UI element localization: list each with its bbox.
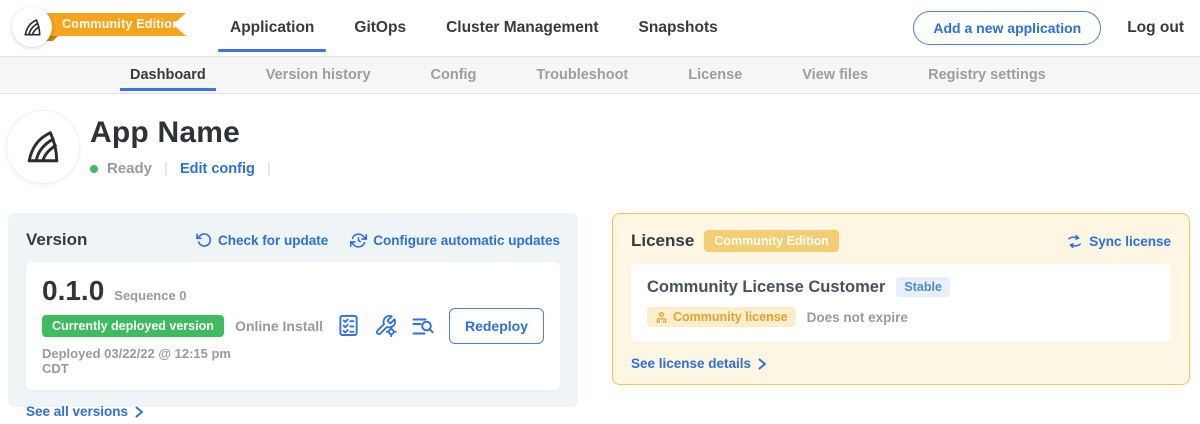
community-edition-ribbon: Community Edition bbox=[34, 13, 186, 36]
version-card-footer: See all versions bbox=[26, 403, 560, 421]
currently-deployed-badge: Currently deployed version bbox=[42, 315, 224, 337]
subnav-view-files[interactable]: View files bbox=[802, 57, 868, 93]
subnav-version-history[interactable]: Version history bbox=[266, 57, 371, 93]
tab-cluster-management[interactable]: Cluster Management bbox=[434, 0, 610, 56]
chevron-right-icon bbox=[134, 406, 145, 418]
deployed-version-info: 0.1.0 Sequence 0 Currently deployed vers… bbox=[42, 275, 235, 376]
redeploy-button[interactable]: Redeploy bbox=[449, 308, 544, 344]
rotate-ccw-icon bbox=[196, 232, 212, 248]
top-nav: Community Edition Application GitOps Clu… bbox=[0, 0, 1200, 56]
channel-badge: Stable bbox=[896, 277, 950, 297]
license-card-links: Sync license bbox=[1066, 233, 1171, 250]
refresh-clock-icon bbox=[350, 232, 367, 249]
replicated-logo-icon bbox=[21, 16, 44, 39]
admin-console-page: Community Edition Application GitOps Clu… bbox=[0, 0, 1200, 424]
version-number: 0.1.0 bbox=[42, 275, 104, 307]
version-line: 0.1.0 Sequence 0 bbox=[42, 275, 235, 307]
sync-license-label: Sync license bbox=[1089, 234, 1171, 249]
logout-link[interactable]: Log out bbox=[1127, 19, 1184, 37]
subnav-registry-settings[interactable]: Registry settings bbox=[928, 57, 1046, 93]
subnav-troubleshoot[interactable]: Troubleshoot bbox=[536, 57, 628, 93]
version-card-links: Check for update Configure automatic upd… bbox=[196, 232, 560, 249]
divider: | bbox=[164, 160, 168, 177]
version-card-title: Version bbox=[26, 230, 87, 250]
tab-application[interactable]: Application bbox=[218, 0, 326, 56]
license-type-row: Community license Does not expire bbox=[647, 307, 1155, 327]
install-type-label: Online Install bbox=[235, 318, 323, 334]
check-for-update-link[interactable]: Check for update bbox=[196, 232, 328, 248]
check-for-update-label: Check for update bbox=[218, 233, 328, 248]
top-nav-tabs: Application GitOps Cluster Management Sn… bbox=[218, 0, 730, 56]
sync-license-link[interactable]: Sync license bbox=[1066, 233, 1171, 250]
top-nav-actions: Add a new application Log out bbox=[913, 0, 1184, 56]
person-icon bbox=[655, 311, 668, 324]
page-title: App Name bbox=[90, 116, 274, 150]
replicated-logo-icon bbox=[21, 125, 65, 169]
chevron-right-icon bbox=[757, 358, 768, 370]
edit-config-wrench-icon[interactable] bbox=[374, 314, 397, 337]
license-card: License Community Edition Sync license C… bbox=[612, 213, 1190, 385]
deployed-version-panel: 0.1.0 Sequence 0 Currently deployed vers… bbox=[26, 262, 560, 390]
status-dot-icon bbox=[90, 165, 98, 173]
license-card-title: License bbox=[631, 231, 694, 251]
add-new-application-button[interactable]: Add a new application bbox=[913, 11, 1101, 45]
brand: Community Edition bbox=[0, 0, 220, 56]
tab-snapshots[interactable]: Snapshots bbox=[627, 0, 730, 56]
see-all-versions-label: See all versions bbox=[26, 404, 128, 419]
deployed-timestamp: Deployed 03/22/22 @ 12:15 pm CDT bbox=[42, 346, 235, 376]
subnav-dashboard[interactable]: Dashboard bbox=[130, 57, 206, 93]
license-type-label: Community license bbox=[673, 310, 788, 324]
view-logs-icon[interactable] bbox=[411, 314, 435, 338]
see-all-versions-link[interactable]: See all versions bbox=[26, 404, 145, 419]
swap-arrows-icon bbox=[1066, 233, 1083, 250]
app-status-row: Ready | Edit config | bbox=[90, 160, 274, 177]
license-details-panel: Community License Customer Stable Commun… bbox=[631, 264, 1171, 342]
divider: | bbox=[267, 160, 271, 177]
deployed-version-actions: Online Install bbox=[235, 308, 544, 344]
license-card-footer: See license details bbox=[631, 355, 1171, 373]
tab-gitops[interactable]: GitOps bbox=[342, 0, 418, 56]
see-license-details-label: See license details bbox=[631, 356, 751, 371]
app-avatar bbox=[6, 110, 80, 184]
version-card: Version Check for update bbox=[8, 213, 578, 407]
license-card-header: License Community Edition Sync license bbox=[631, 230, 1171, 252]
brand-logo[interactable] bbox=[12, 7, 52, 47]
customer-name: Community License Customer bbox=[647, 278, 885, 297]
app-sub-nav: Dashboard Version history Config Trouble… bbox=[0, 56, 1200, 94]
configure-automatic-updates-link[interactable]: Configure automatic updates bbox=[350, 232, 560, 249]
license-customer-row: Community License Customer Stable bbox=[647, 277, 1155, 297]
version-card-header: Version Check for update bbox=[26, 230, 560, 250]
license-type-badge: Community license bbox=[647, 307, 796, 327]
see-license-details-link[interactable]: See license details bbox=[631, 356, 768, 371]
community-edition-badge: Community Edition bbox=[704, 230, 839, 252]
expiry-label: Does not expire bbox=[807, 310, 908, 325]
preflight-checks-icon[interactable] bbox=[337, 314, 360, 337]
status-badge: Ready bbox=[107, 160, 152, 177]
subnav-config[interactable]: Config bbox=[431, 57, 477, 93]
edit-config-link[interactable]: Edit config bbox=[180, 161, 255, 177]
configure-automatic-updates-label: Configure automatic updates bbox=[373, 233, 560, 248]
app-header: App Name Ready | Edit config | bbox=[90, 116, 274, 177]
subnav-license[interactable]: License bbox=[688, 57, 742, 93]
sequence-label: Sequence 0 bbox=[114, 288, 186, 303]
